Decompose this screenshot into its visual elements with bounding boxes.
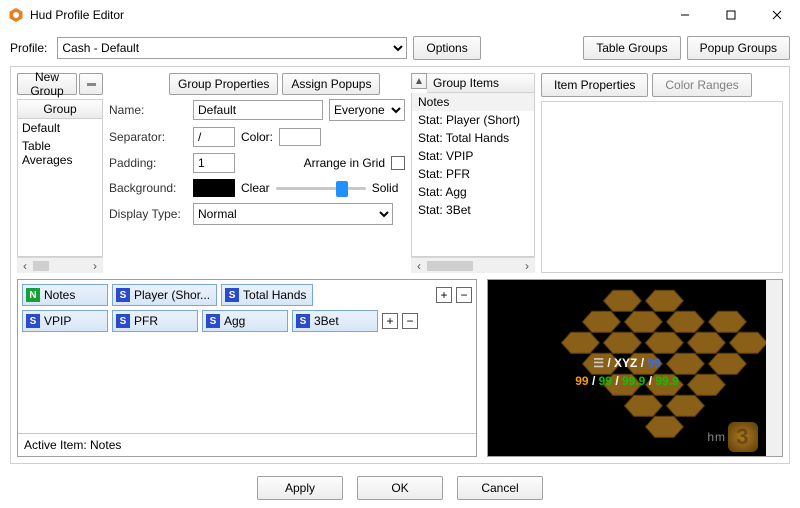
group-item[interactable]: Stat: VPIP <box>412 147 534 165</box>
group-row[interactable]: Table Averages <box>18 137 102 169</box>
groups-panel: New Group Group DefaultTable Averages ‹ … <box>17 73 103 273</box>
scroll-left-icon[interactable]: ‹ <box>411 259 427 273</box>
notes-icon: N <box>26 288 40 302</box>
color-swatch[interactable] <box>279 128 321 146</box>
brand-logo: hm 3 <box>707 422 758 452</box>
group-items-header: Group Items <box>427 73 535 93</box>
stat-chip[interactable]: S VPIP <box>22 310 108 332</box>
group-item[interactable]: Stat: Agg <box>412 183 534 201</box>
groups-table[interactable]: Group DefaultTable Averages <box>17 99 103 257</box>
padding-label: Padding: <box>109 156 187 170</box>
group-item[interactable]: Notes <box>412 93 534 111</box>
padding-input[interactable] <box>193 153 235 173</box>
clear-label: Clear <box>241 181 270 195</box>
remove-column-button[interactable]: − <box>402 313 418 329</box>
chip-label: 3Bet <box>314 314 339 328</box>
name-input[interactable] <box>193 100 323 120</box>
display-type-label: Display Type: <box>109 207 187 221</box>
scope-select[interactable]: Everyone <box>329 99 405 121</box>
background-swatch[interactable] <box>193 179 235 197</box>
add-column-button[interactable]: + <box>436 287 452 303</box>
group-item[interactable]: Stat: 3Bet <box>412 201 534 219</box>
dialog-buttons: Apply OK Cancel <box>0 468 800 508</box>
group-item[interactable]: Stat: Player (Short) <box>412 111 534 129</box>
item-properties-panel: Item Properties Color Ranges <box>541 73 783 273</box>
chip-label: Notes <box>44 288 75 302</box>
main-frame: New Group Group DefaultTable Averages ‹ … <box>10 66 790 464</box>
item-properties-body <box>541 101 783 273</box>
add-column-button[interactable]: + <box>382 313 398 329</box>
stat-icon: S <box>225 288 239 302</box>
active-item-status: Active Item: Notes <box>18 433 476 456</box>
groups-header: Group <box>18 100 102 119</box>
popup-groups-button[interactable]: Popup Groups <box>687 36 790 60</box>
solid-label: Solid <box>372 181 399 195</box>
group-items-panel: Group Items NotesStat: Player (Short)Sta… <box>411 73 535 273</box>
tab-color-ranges[interactable]: Color Ranges <box>652 73 751 97</box>
stat-layout-panel: NNotesSPlayer (Shor...STotal Hands+−SVPI… <box>17 279 477 457</box>
group-items-list[interactable]: NotesStat: Player (Short)Stat: Total Han… <box>411 93 535 257</box>
top-toolbar: Profile: Cash - Default Options Table Gr… <box>0 30 800 66</box>
options-button[interactable]: Options <box>413 36 480 60</box>
chip-label: Agg <box>224 314 245 328</box>
stat-chip[interactable]: S Player (Shor... <box>112 284 217 306</box>
ok-button[interactable]: OK <box>357 476 443 500</box>
move-item-up-button[interactable] <box>411 73 427 89</box>
items-hscroll[interactable]: ‹ › <box>411 257 535 273</box>
groups-hscroll[interactable]: ‹ › <box>17 257 103 273</box>
stat-icon: S <box>296 314 310 328</box>
separator-input[interactable] <box>193 127 235 147</box>
arrange-grid-label: Arrange in Grid <box>304 156 385 170</box>
apply-button[interactable]: Apply <box>257 476 343 500</box>
stat-chip[interactable]: S 3Bet <box>292 310 378 332</box>
tab-assign-popups[interactable]: Assign Popups <box>282 73 380 95</box>
window-maximize-button[interactable] <box>708 0 754 30</box>
new-group-button[interactable]: New Group <box>17 73 77 95</box>
chip-label: PFR <box>134 314 158 328</box>
minus-icon <box>86 79 96 89</box>
group-item[interactable]: Stat: Total Hands <box>412 129 534 147</box>
opacity-slider[interactable] <box>276 179 366 197</box>
arrange-grid-checkbox[interactable] <box>391 156 405 170</box>
stat-chip[interactable]: S Agg <box>202 310 288 332</box>
group-properties-panel: Group Properties Assign Popups Name: Eve… <box>109 73 405 273</box>
scroll-left-icon[interactable]: ‹ <box>17 259 33 273</box>
stat-chip[interactable]: S Total Hands <box>221 284 313 306</box>
chip-label: VPIP <box>44 314 71 328</box>
app-icon <box>8 7 24 23</box>
stat-icon: S <box>116 314 130 328</box>
preview-vscroll[interactable] <box>766 280 782 456</box>
scroll-right-icon[interactable]: › <box>519 259 535 273</box>
display-type-select[interactable]: Normal <box>193 203 393 225</box>
tab-group-properties[interactable]: Group Properties <box>169 73 278 95</box>
group-item[interactable]: Stat: PFR <box>412 165 534 183</box>
stat-icon: S <box>116 288 130 302</box>
scroll-right-icon[interactable]: › <box>87 259 103 273</box>
window-close-button[interactable] <box>754 0 800 30</box>
window-minimize-button[interactable] <box>662 0 708 30</box>
table-groups-button[interactable]: Table Groups <box>583 36 680 60</box>
chip-label: Player (Shor... <box>134 288 210 302</box>
stat-icon: S <box>26 314 40 328</box>
triangle-up-icon <box>415 77 423 85</box>
delete-group-button[interactable] <box>79 73 103 95</box>
profile-label: Profile: <box>10 41 47 55</box>
titlebar: Hud Profile Editor <box>0 0 800 30</box>
window-title: Hud Profile Editor <box>30 8 124 22</box>
chip-label: Total Hands <box>243 288 306 302</box>
cancel-button[interactable]: Cancel <box>457 476 543 500</box>
group-row[interactable]: Default <box>18 119 102 137</box>
profile-select[interactable]: Cash - Default <box>57 37 407 59</box>
color-label: Color: <box>241 130 273 144</box>
separator-label: Separator: <box>109 130 187 144</box>
remove-column-button[interactable]: − <box>456 287 472 303</box>
preview-text: ☰ / XYZ / 99 99 / 99 / 99.9 / 99.9 <box>488 356 766 388</box>
tab-item-properties[interactable]: Item Properties <box>541 73 648 97</box>
background-label: Background: <box>109 181 187 195</box>
stat-chip[interactable]: S PFR <box>112 310 198 332</box>
stat-icon: S <box>206 314 220 328</box>
stat-chip[interactable]: N Notes <box>22 284 108 306</box>
hud-preview: ☰ / XYZ / 99 99 / 99 / 99.9 / 99.9 hm 3 <box>487 279 783 457</box>
name-label: Name: <box>109 103 187 117</box>
